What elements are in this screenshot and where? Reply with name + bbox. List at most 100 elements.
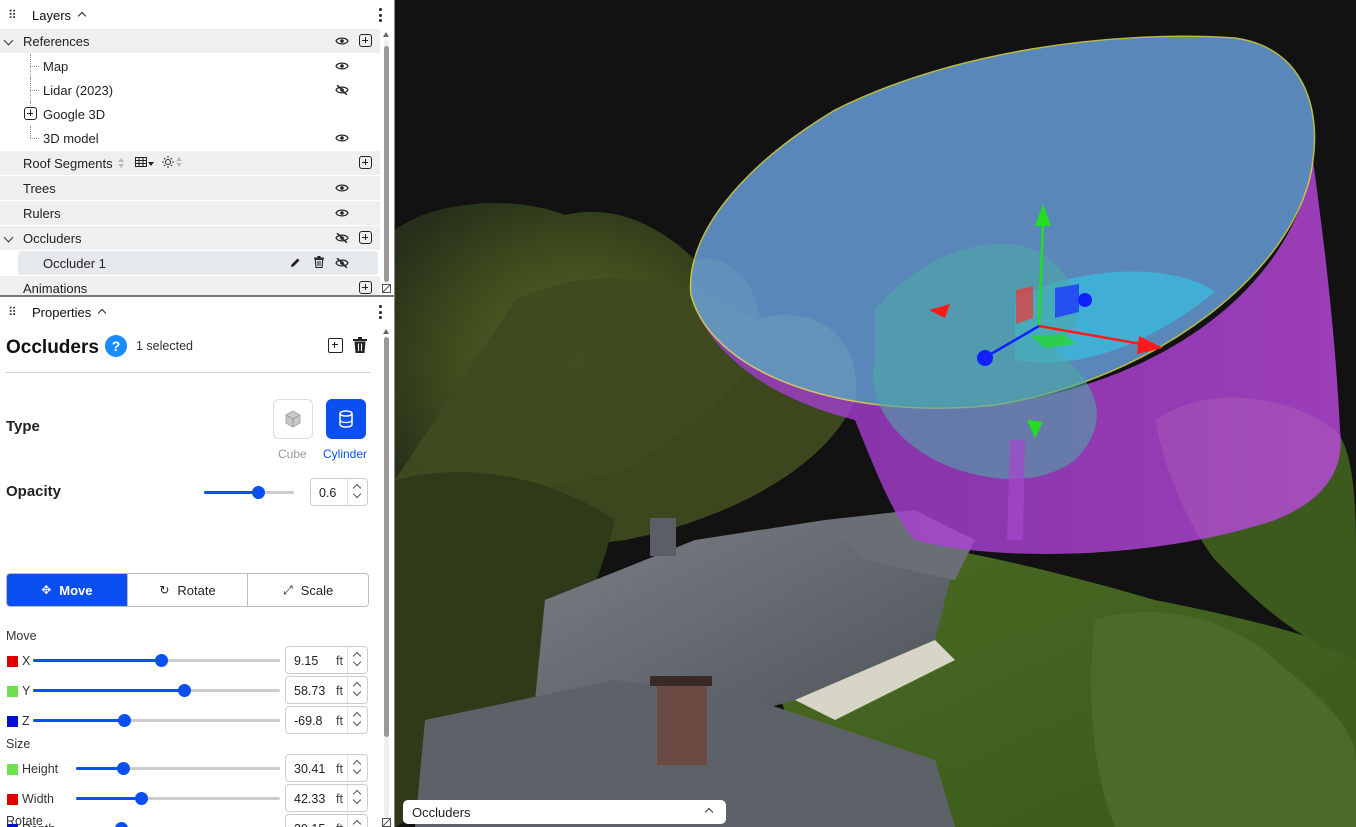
layer-group-roof-segments[interactable]: Roof Segments [0,151,380,175]
slider-knob[interactable] [116,762,130,775]
axis-slider[interactable] [76,762,280,775]
drag-handle-icon[interactable]: ⠿ [8,9,18,21]
axis-value-input[interactable]: -69.8 ft [285,706,368,734]
eye-icon[interactable] [335,36,349,46]
trash-icon[interactable] [314,256,324,268]
table-icon[interactable] [135,157,155,169]
eye-off-icon[interactable] [335,85,349,95]
3d-viewport[interactable]: Occluders [395,0,1356,827]
scale-mode-button[interactable]: ⤢ Scale [248,574,368,606]
drag-handle-icon[interactable]: ⠿ [8,306,18,318]
chevron-down-icon[interactable] [3,35,14,46]
collapse-icon[interactable] [97,307,107,317]
layer-item-map[interactable]: Map [0,54,380,78]
layers-scrollbar[interactable] [382,32,390,292]
scroll-thumb[interactable] [384,337,389,737]
axis-value-input[interactable]: 29.15 ft [285,814,368,827]
axis-color-swatch [7,764,18,775]
eye-off-icon[interactable] [335,233,349,243]
chevron-up-icon[interactable] [704,807,714,817]
stepper-down-icon[interactable] [352,687,362,697]
add-layer-icon[interactable] [359,281,372,294]
scroll-up-icon[interactable] [383,329,389,334]
stepper[interactable] [347,707,367,733]
more-options-icon[interactable] [378,305,382,319]
stepper[interactable] [347,785,367,811]
rotate-mode-button[interactable]: ↻ Rotate [127,574,249,606]
layer-item-occluder-1[interactable]: Occluder 1 [18,251,378,275]
layer-group-trees[interactable]: Trees [0,176,380,200]
add-layer-icon[interactable] [359,231,372,244]
layer-group-rulers[interactable]: Rulers [0,201,380,225]
slider-knob[interactable] [155,654,169,667]
axis-slider[interactable] [33,684,280,697]
stepper-down-icon[interactable] [352,657,362,667]
properties-scrollbar[interactable] [382,329,390,824]
slider-knob[interactable] [135,792,149,805]
resize-handle[interactable] [382,284,391,293]
opacity-slider[interactable] [204,486,294,499]
layers-list: References Map Lidar (2023) Google 3D 3D… [0,29,380,295]
type-cube-button[interactable] [273,399,313,439]
gizmo-z-handle [977,350,993,366]
stepper[interactable] [347,755,367,781]
slider-knob[interactable] [114,822,128,827]
help-icon[interactable]: ? [105,335,127,357]
stepper[interactable] [347,647,367,673]
more-options-icon[interactable] [378,8,382,22]
eye-icon[interactable] [335,133,349,143]
axis-slider[interactable] [76,792,280,805]
delete-object-button[interactable] [353,337,367,353]
layer-group-references[interactable]: References [0,29,380,53]
type-cylinder-button[interactable] [326,399,366,439]
slider-knob[interactable] [252,486,265,499]
stepper-down-icon[interactable] [352,795,362,805]
stepper[interactable] [347,815,367,827]
add-layer-icon[interactable] [359,34,372,47]
axis-value-input[interactable]: 30.41 ft [285,754,368,782]
axis-value: -69.8 [294,714,323,728]
scroll-thumb[interactable] [384,46,389,282]
collapse-icon[interactable] [77,10,87,20]
stepper-down-icon[interactable] [352,717,362,727]
add-layer-icon[interactable] [359,156,372,169]
eye-off-icon[interactable] [335,258,349,268]
add-object-button[interactable] [328,338,343,353]
axis-value-input[interactable]: 42.33 ft [285,784,368,812]
layer-item-3d-model[interactable]: 3D model [0,126,380,150]
eye-icon[interactable] [335,208,349,218]
scroll-up-icon[interactable] [383,32,389,37]
layer-group-label: Animations [23,281,88,295]
chevron-down-icon[interactable] [3,232,14,243]
layer-group-occluders[interactable]: Occluders [0,226,380,250]
stepper[interactable] [347,479,367,505]
brightness-icon[interactable] [162,156,184,169]
eye-icon[interactable] [335,61,349,71]
bottom-layer-selector[interactable]: Occluders [403,800,726,824]
layer-item-lidar[interactable]: Lidar (2023) [0,78,380,102]
scale-icon: ⤢ [283,582,293,597]
pencil-icon[interactable] [290,257,301,268]
opacity-label: Opacity [6,483,62,500]
slider-knob[interactable] [118,714,132,727]
axis-value-input[interactable]: 9.15 ft [285,646,368,674]
tree-trunk [1007,440,1025,540]
axis-slider[interactable] [33,654,280,667]
resize-handle[interactable] [382,818,391,827]
scene-canvas[interactable] [395,0,1356,827]
opacity-input[interactable]: 0.6 [310,478,368,506]
layer-item-google-3d[interactable]: Google 3D [0,102,380,126]
move-mode-button[interactable]: ✥ Move [7,574,128,606]
sort-icon[interactable] [117,157,125,169]
stepper-down-icon[interactable] [352,765,362,775]
stepper[interactable] [347,677,367,703]
layer-group-animations[interactable]: Animations [0,276,380,295]
eye-icon[interactable] [335,183,349,193]
axis-slider[interactable] [33,714,280,727]
tree-line [30,138,39,139]
expand-icon[interactable] [24,107,37,120]
slider-knob[interactable] [177,684,191,697]
slider-fill [33,719,125,722]
axis-value-input[interactable]: 58.73 ft [285,676,368,704]
stepper-down-icon[interactable] [352,489,362,499]
